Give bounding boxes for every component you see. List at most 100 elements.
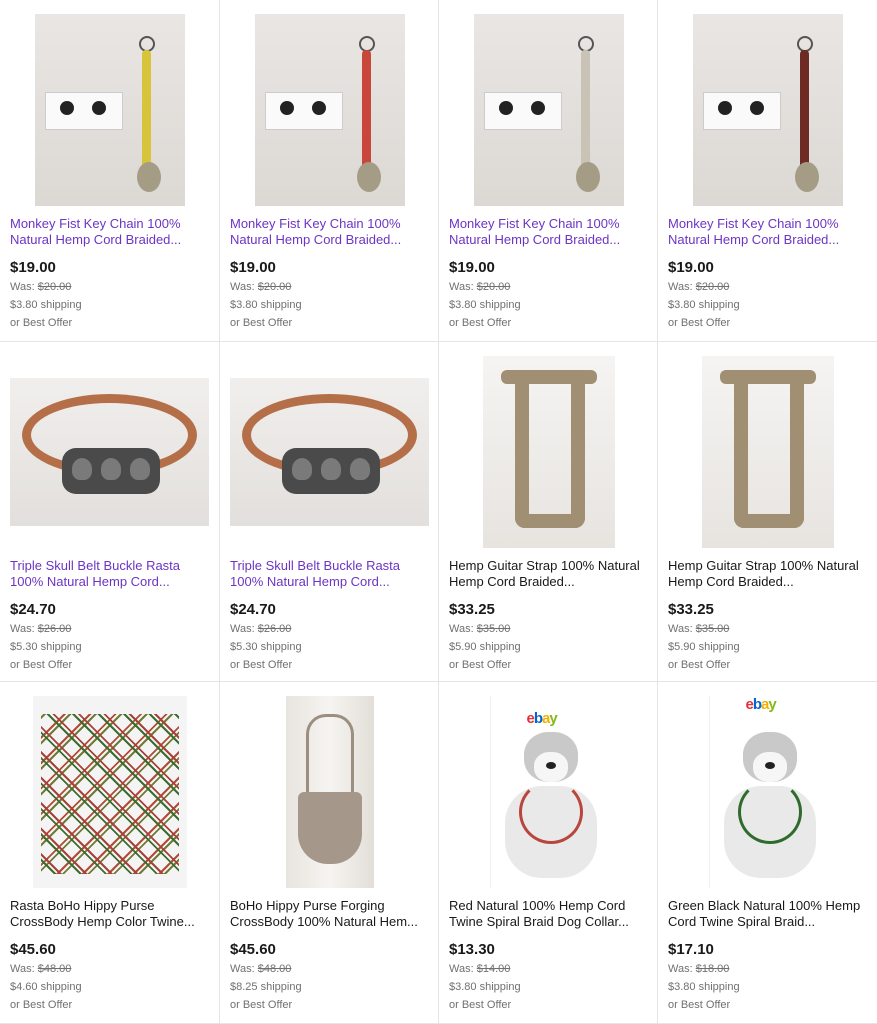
product-card[interactable]: Hemp Guitar Strap 100% Natural Hemp Cord…	[439, 342, 658, 682]
product-card[interactable]: ebay Red Natural 100% Hemp Cord Twine Sp…	[439, 682, 658, 1024]
product-image[interactable]	[668, 14, 867, 206]
product-price: $19.00	[449, 259, 495, 276]
was-price: Was: $20.00	[10, 281, 72, 293]
keychain-cord	[141, 50, 151, 170]
was-price: Was: $14.00	[449, 963, 511, 975]
best-offer-label: or Best Offer	[668, 999, 731, 1011]
was-price: Was: $26.00	[10, 623, 72, 635]
product-price: $24.70	[230, 601, 276, 618]
product-image[interactable]	[449, 356, 648, 548]
keychain-cord	[580, 50, 590, 170]
product-title[interactable]: Hemp Guitar Strap 100% Natural Hemp Cord…	[449, 558, 647, 590]
product-grid: Monkey Fist Key Chain 100% Natural Hemp …	[0, 0, 877, 1024]
purse-photo	[32, 696, 187, 888]
best-offer-label: or Best Offer	[449, 999, 512, 1011]
dog-collar-photo: ebay	[489, 696, 608, 888]
shipping-cost: $5.30 shipping	[230, 641, 302, 653]
product-card[interactable]: Monkey Fist Key Chain 100% Natural Hemp …	[0, 0, 220, 342]
product-price: $19.00	[230, 259, 276, 276]
product-card[interactable]: ebay Green Black Natural 100% Hemp Cord …	[658, 682, 877, 1024]
was-price: Was: $48.00	[10, 963, 72, 975]
product-price: $45.60	[10, 941, 56, 958]
was-price: Was: $18.00	[668, 963, 730, 975]
product-title[interactable]: Green Black Natural 100% Hemp Cord Twine…	[668, 898, 867, 930]
product-image[interactable]	[230, 696, 429, 888]
product-image[interactable]	[10, 14, 209, 206]
best-offer-label: or Best Offer	[10, 659, 73, 671]
product-price: $17.10	[668, 941, 714, 958]
product-card[interactable]: Triple Skull Belt Buckle Rasta 100% Natu…	[220, 342, 439, 682]
was-price: Was: $35.00	[668, 623, 730, 635]
product-card[interactable]: Monkey Fist Key Chain 100% Natural Hemp …	[658, 0, 877, 342]
ebay-logo: ebay	[745, 696, 777, 713]
dog-collar	[737, 780, 802, 844]
product-price: $33.25	[668, 601, 714, 618]
best-offer-label: or Best Offer	[449, 659, 512, 671]
product-title[interactable]: Red Natural 100% Hemp Cord Twine Spiral …	[449, 898, 647, 930]
strap-photo	[482, 356, 615, 548]
product-image[interactable]	[230, 356, 429, 548]
belt-photo	[230, 378, 429, 526]
product-price: $45.60	[230, 941, 276, 958]
product-card[interactable]: Hemp Guitar Strap 100% Natural Hemp Cord…	[658, 342, 877, 682]
shipping-cost: $4.60 shipping	[10, 981, 82, 993]
was-price: Was: $35.00	[449, 623, 511, 635]
product-image[interactable]	[10, 356, 209, 548]
was-price: Was: $20.00	[449, 281, 511, 293]
best-offer-label: or Best Offer	[668, 659, 731, 671]
product-card[interactable]: BoHo Hippy Purse Forging CrossBody 100% …	[220, 682, 439, 1024]
shipping-cost: $3.80 shipping	[449, 299, 521, 311]
keychain-photo	[473, 14, 624, 206]
shipping-cost: $3.80 shipping	[10, 299, 82, 311]
product-title[interactable]: Triple Skull Belt Buckle Rasta 100% Natu…	[10, 558, 209, 590]
product-image[interactable]	[230, 14, 429, 206]
shipping-cost: $5.90 shipping	[449, 641, 521, 653]
best-offer-label: or Best Offer	[10, 317, 73, 329]
product-card[interactable]: Monkey Fist Key Chain 100% Natural Hemp …	[439, 0, 658, 342]
product-title[interactable]: Monkey Fist Key Chain 100% Natural Hemp …	[10, 216, 209, 248]
best-offer-label: or Best Offer	[230, 659, 293, 671]
best-offer-label: or Best Offer	[230, 999, 293, 1011]
product-image[interactable]	[668, 356, 867, 548]
product-title[interactable]: Monkey Fist Key Chain 100% Natural Hemp …	[230, 216, 428, 248]
best-offer-label: or Best Offer	[230, 317, 293, 329]
purse-photo	[285, 696, 374, 888]
product-card[interactable]: Rasta BoHo Hippy Purse CrossBody Hemp Co…	[0, 682, 220, 1024]
keychain-photo	[254, 14, 405, 206]
ebay-logo: ebay	[526, 710, 558, 727]
belt-photo	[10, 378, 209, 526]
keychain-photo	[692, 14, 843, 206]
product-title[interactable]: Monkey Fist Key Chain 100% Natural Hemp …	[668, 216, 867, 248]
best-offer-label: or Best Offer	[10, 999, 73, 1011]
product-title[interactable]: Monkey Fist Key Chain 100% Natural Hemp …	[449, 216, 647, 248]
shipping-cost: $3.80 shipping	[230, 299, 302, 311]
was-price: Was: $26.00	[230, 623, 292, 635]
product-price: $24.70	[10, 601, 56, 618]
keychain-cord	[361, 50, 371, 170]
product-price: $19.00	[668, 259, 714, 276]
shipping-cost: $8.25 shipping	[230, 981, 302, 993]
dog-collar	[518, 780, 583, 844]
product-price: $33.25	[449, 601, 495, 618]
dog-collar-photo: ebay	[708, 696, 827, 888]
product-image[interactable]	[449, 14, 648, 206]
shipping-cost: $3.80 shipping	[668, 299, 740, 311]
product-image[interactable]	[10, 696, 209, 888]
product-title[interactable]: Triple Skull Belt Buckle Rasta 100% Natu…	[230, 558, 428, 590]
product-image[interactable]: ebay	[668, 696, 867, 888]
was-price: Was: $48.00	[230, 963, 292, 975]
was-price: Was: $20.00	[668, 281, 730, 293]
product-price: $13.30	[449, 941, 495, 958]
product-card[interactable]: Monkey Fist Key Chain 100% Natural Hemp …	[220, 0, 439, 342]
shipping-cost: $5.90 shipping	[668, 641, 740, 653]
shipping-cost: $3.80 shipping	[668, 981, 740, 993]
shipping-cost: $5.30 shipping	[10, 641, 82, 653]
product-title[interactable]: BoHo Hippy Purse Forging CrossBody 100% …	[230, 898, 428, 930]
product-title[interactable]: Hemp Guitar Strap 100% Natural Hemp Cord…	[668, 558, 867, 590]
product-image[interactable]: ebay	[449, 696, 648, 888]
keychain-photo	[34, 14, 185, 206]
product-title[interactable]: Rasta BoHo Hippy Purse CrossBody Hemp Co…	[10, 898, 209, 930]
product-card[interactable]: Triple Skull Belt Buckle Rasta 100% Natu…	[0, 342, 220, 682]
product-price: $19.00	[10, 259, 56, 276]
best-offer-label: or Best Offer	[449, 317, 512, 329]
